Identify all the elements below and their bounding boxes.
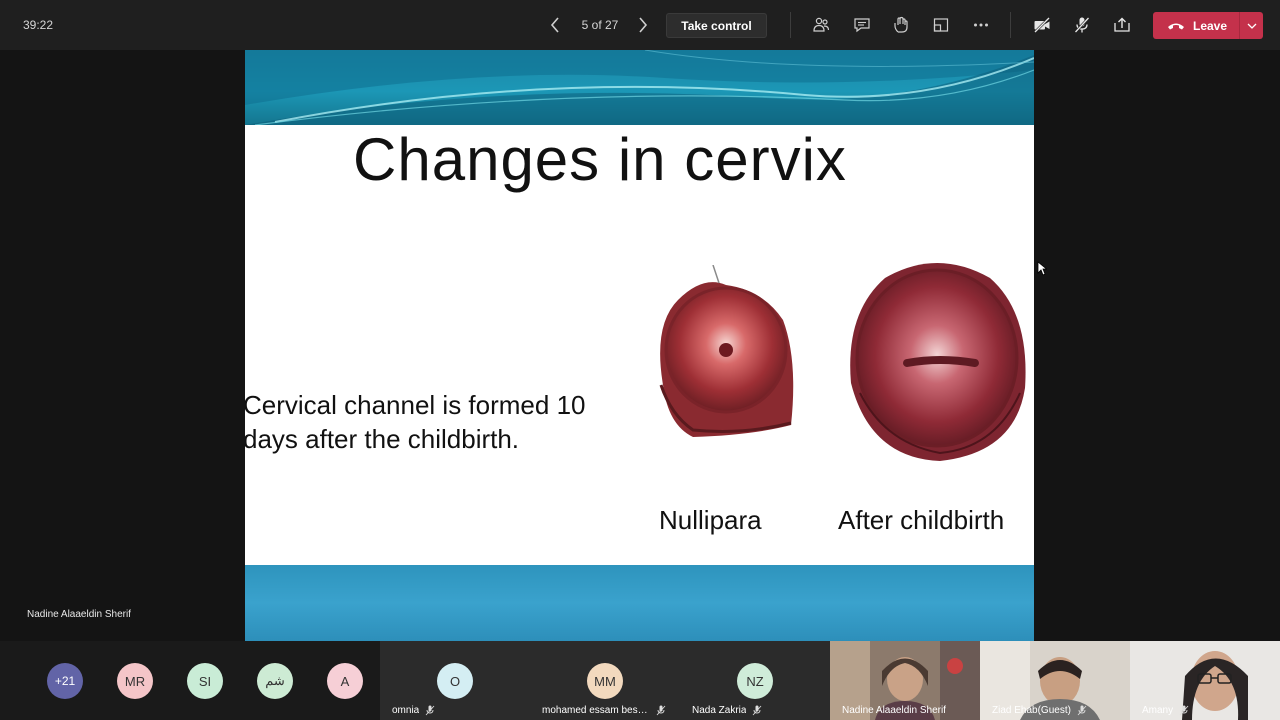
participant-video-tile[interactable]: Amany — [1130, 641, 1280, 720]
participant-avatar: O — [437, 663, 473, 699]
participant-name: mohamed essam besh... — [542, 705, 650, 716]
meeting-toolbar: 39:22 5 of 27 Take control Leave — [0, 0, 1280, 50]
participants-button[interactable] — [809, 13, 833, 37]
next-slide-button[interactable] — [632, 14, 654, 36]
participant-avatar: MM — [587, 663, 623, 699]
leave-options-dropdown[interactable] — [1240, 23, 1263, 29]
participant-avatar[interactable]: SI — [187, 663, 223, 699]
chat-button[interactable] — [850, 13, 874, 37]
share-tray-icon — [1114, 17, 1130, 32]
more-dots-icon — [974, 23, 988, 27]
share-screen-button[interactable] — [1110, 13, 1134, 37]
leave-meeting-button[interactable]: Leave — [1153, 12, 1263, 39]
participant-name-row: Nadine Alaaeldin Sherif — [842, 705, 946, 716]
slide-header-banner — [245, 50, 1034, 125]
participant-name: Ziad Ehab(Guest) — [992, 705, 1071, 716]
microphone-off-icon — [1074, 17, 1090, 33]
participant-tile[interactable]: O omnia — [380, 641, 530, 720]
room-icon — [933, 18, 949, 32]
participant-video-tile[interactable]: Nadine Alaaeldin Sherif — [830, 641, 980, 720]
chevron-down-icon — [1247, 23, 1256, 29]
slide-body-text: Cervical channel is formed 10 days after… — [245, 388, 633, 456]
participant-name-row: mohamed essam besh... — [542, 705, 666, 716]
participant-name: Amany — [1142, 705, 1174, 716]
raise-hand-icon — [894, 16, 908, 33]
after-childbirth-cervix-illustration — [845, 253, 1030, 465]
body-line: Cervical channel is formed 10 — [245, 390, 586, 420]
participant-tile[interactable]: NZ Nada Zakria — [680, 641, 830, 720]
participant-tile[interactable]: MM mohamed essam besh... — [530, 641, 680, 720]
participant-name: Nadine Alaaeldin Sherif — [842, 705, 946, 716]
chevron-left-icon — [550, 17, 559, 33]
mic-muted-icon — [656, 705, 666, 716]
toolbar-divider — [1010, 12, 1011, 38]
mic-muted-icon — [1077, 705, 1087, 716]
wave-decoration — [245, 50, 1034, 125]
participant-avatar[interactable]: شم — [257, 663, 293, 699]
slide-footer-banner — [245, 565, 1034, 641]
shared-presentation-slide: Changes in cervix Cervical channel is fo… — [245, 50, 1034, 641]
presenter-name-label: Nadine Alaaeldin Sherif — [27, 609, 131, 620]
previous-slide-button[interactable] — [544, 14, 566, 36]
participant-video-tile[interactable]: Ziad Ehab(Guest) — [980, 641, 1130, 720]
participant-name-row: Ziad Ehab(Guest) — [992, 705, 1087, 716]
people-icon — [813, 17, 830, 32]
leave-label: Leave — [1193, 18, 1228, 33]
toolbar-divider — [790, 12, 791, 38]
mic-muted-icon — [1179, 705, 1189, 716]
slide-page-counter: 5 of 27 — [581, 18, 619, 32]
participant-name: omnia — [392, 705, 420, 716]
take-control-button[interactable]: Take control — [666, 13, 767, 38]
body-line: days after the childbirth. — [245, 424, 520, 454]
chat-icon — [854, 18, 870, 33]
chevron-right-icon — [639, 17, 648, 33]
caption-after-childbirth: After childbirth — [838, 505, 1005, 535]
mic-muted-icon — [425, 705, 435, 716]
more-actions-button[interactable] — [969, 13, 993, 37]
microphone-toggle-button[interactable] — [1070, 13, 1094, 37]
raise-hand-button[interactable] — [889, 13, 913, 37]
camera-toggle-button[interactable] — [1030, 13, 1054, 37]
mouse-pointer-icon — [1037, 261, 1047, 276]
participant-strip: +21 MR SI شم A O omnia MM mohamed essam … — [0, 641, 1280, 720]
mic-muted-icon — [753, 705, 762, 716]
leave-main-area[interactable]: Leave — [1153, 12, 1239, 39]
hang-up-phone-icon — [1168, 23, 1184, 29]
participant-avatar: NZ — [737, 663, 773, 699]
call-timer: 39:22 — [23, 18, 54, 32]
camera-off-icon — [1034, 17, 1050, 33]
breakout-rooms-button[interactable] — [929, 13, 953, 37]
nullipara-cervix-illustration — [653, 264, 799, 443]
participant-name-row: omnia — [392, 705, 435, 716]
participant-avatar[interactable]: MR — [117, 663, 153, 699]
participant-name-row: Nada Zakria — [692, 705, 762, 716]
participant-avatar[interactable]: A — [327, 663, 363, 699]
participant-name-row: Amany — [1142, 705, 1189, 716]
participant-name: Nada Zakria — [692, 705, 747, 716]
caption-nullipara: Nullipara — [659, 505, 762, 535]
more-participants-button[interactable]: +21 — [47, 663, 83, 699]
slide-title: Changes in cervix — [353, 126, 847, 193]
